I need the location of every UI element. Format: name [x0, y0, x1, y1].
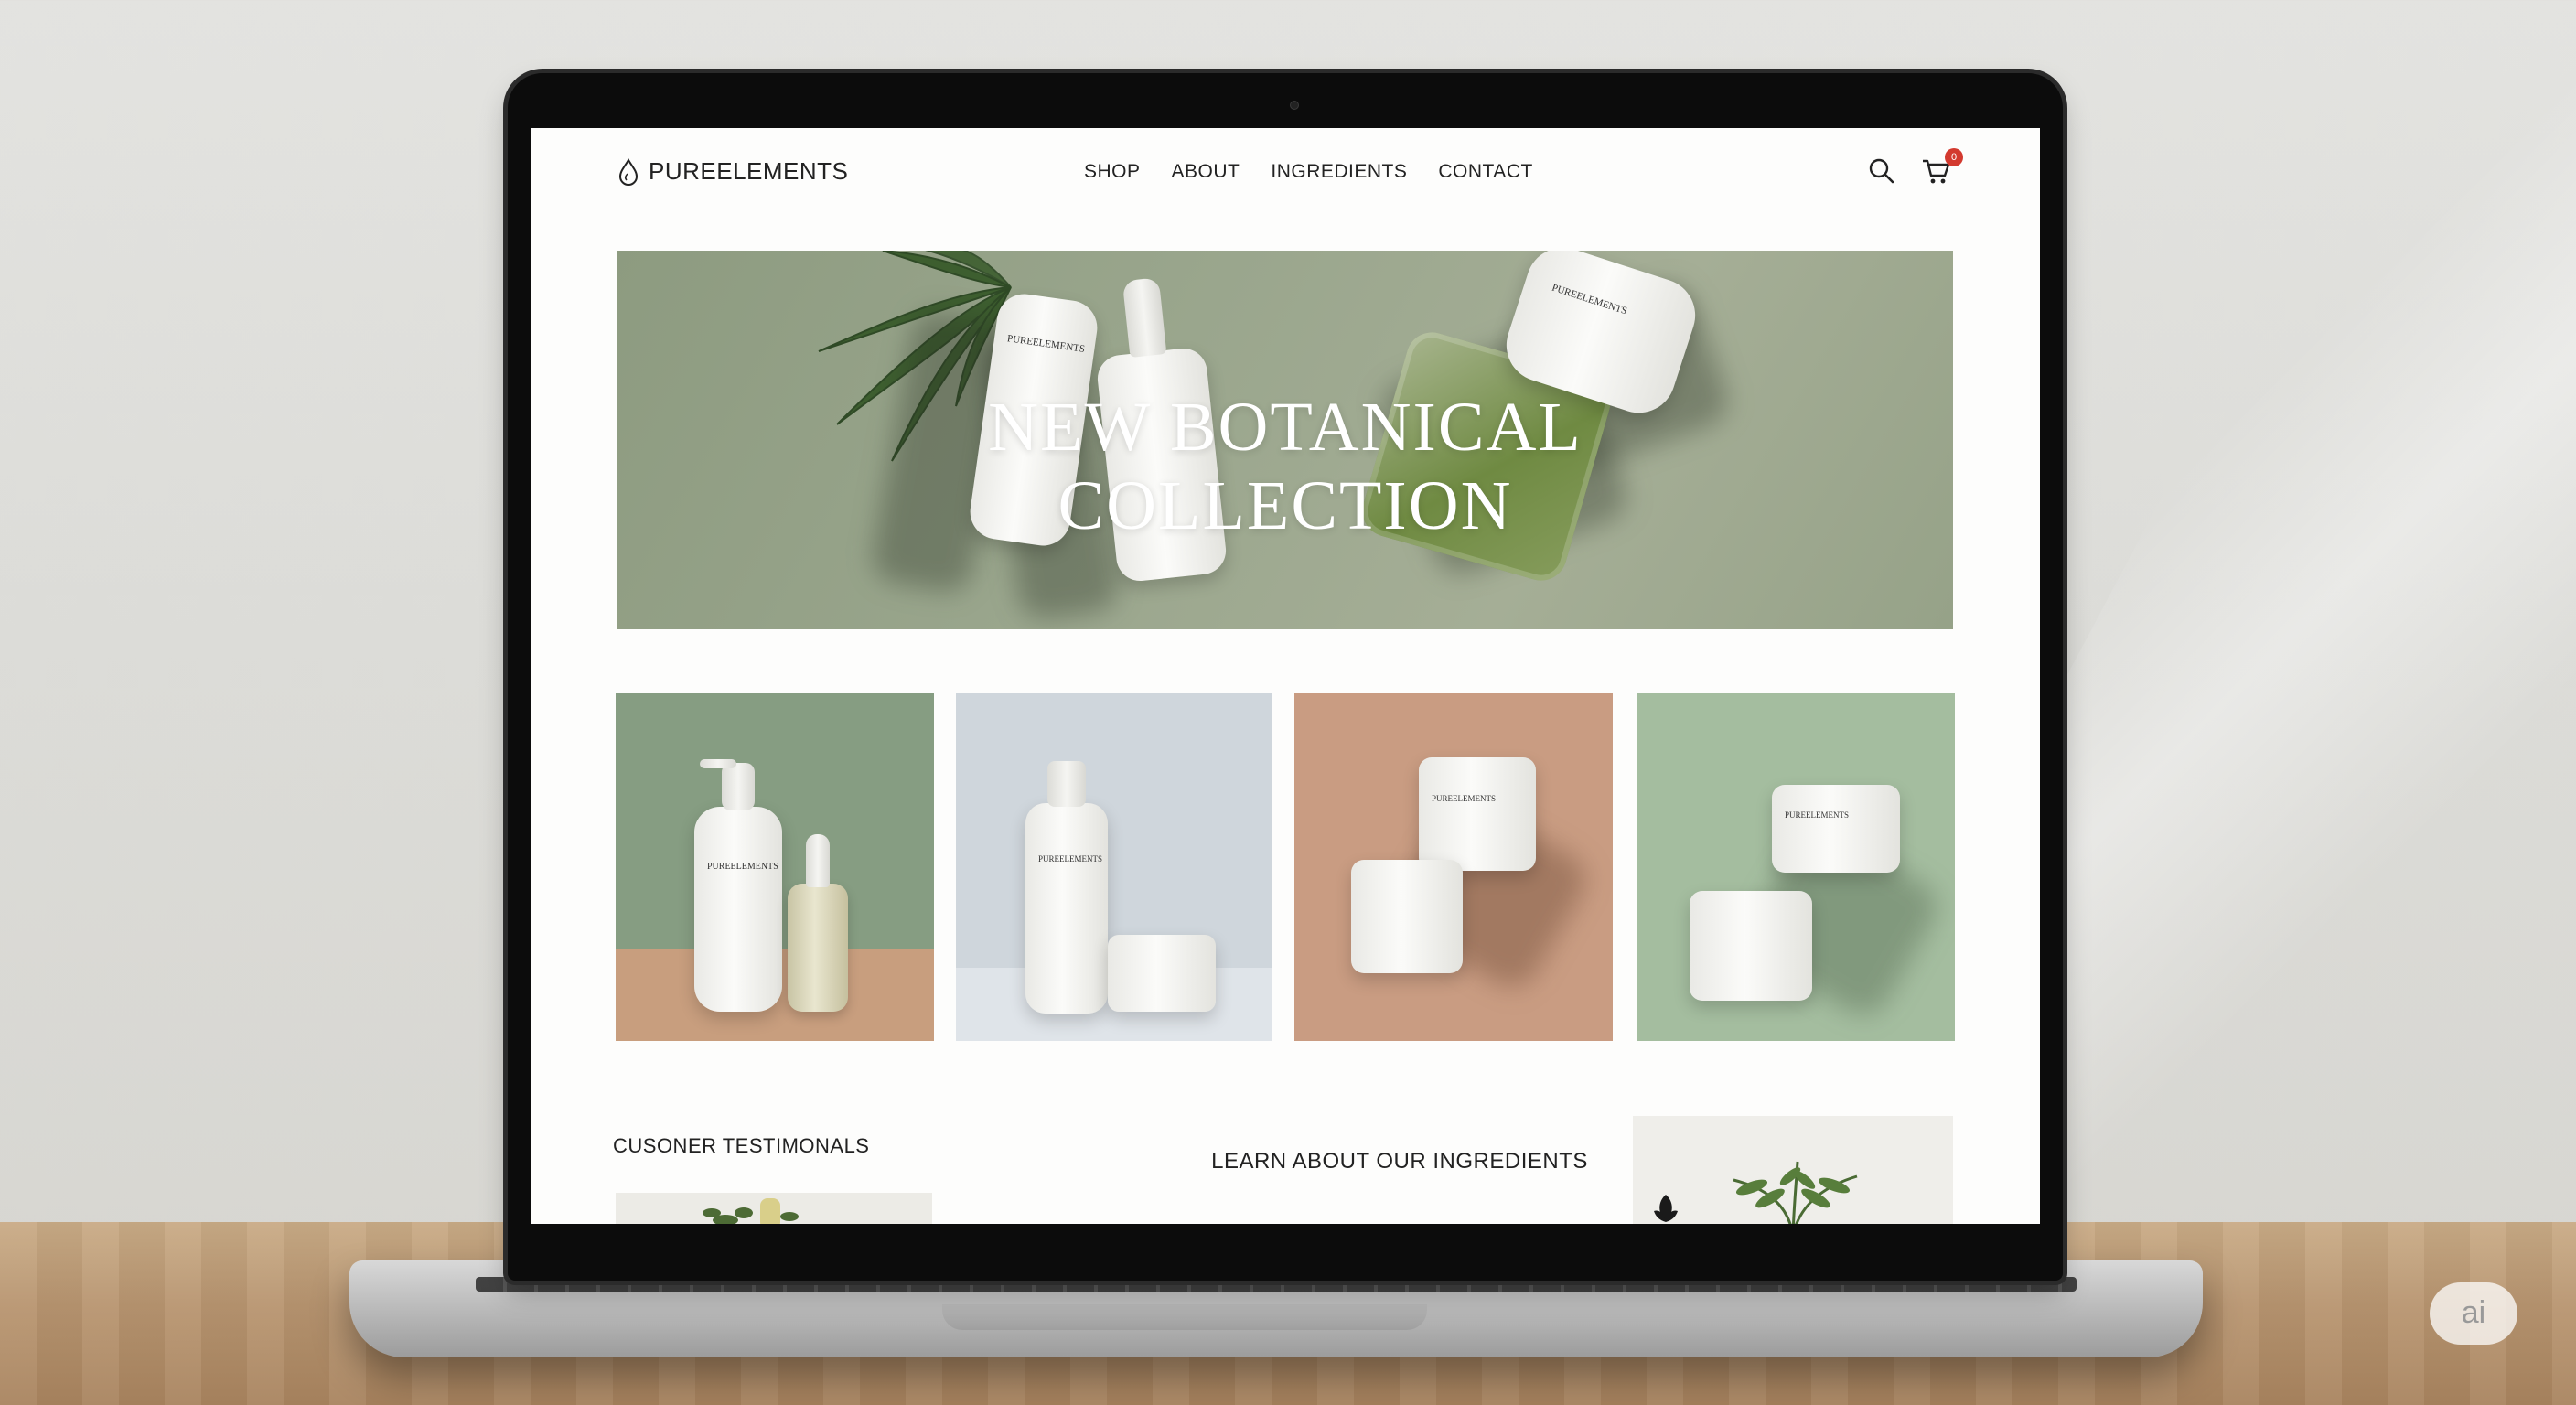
- jar-label: PUREELEMENTS: [1432, 794, 1497, 803]
- dropper-cap: [806, 834, 830, 887]
- cream-jar: PUREELEMENTS: [1419, 757, 1536, 871]
- leaf-icon: [1654, 1195, 1678, 1222]
- hero-title-line-1: NEW BOTANICAL: [988, 389, 1583, 466]
- bottle-label: PUREELEMENTS: [1038, 854, 1103, 863]
- open-cream-jar: [1351, 860, 1463, 973]
- dropper-bottle: [788, 834, 848, 1012]
- bottle-cap: [1047, 761, 1086, 807]
- hero-title-line-2: COLLECTION: [1057, 467, 1513, 544]
- hero-banner[interactable]: PUREELEMENTS PUREELEMENTS NEW BOTANICAL …: [617, 251, 1953, 629]
- bottle-label: PUREELEMENTS: [707, 862, 778, 872]
- pump-cap: [722, 763, 755, 810]
- product-tile[interactable]: PUREELEMENTS: [616, 693, 934, 1041]
- tall-bottle: PUREELEMENTS: [1025, 761, 1108, 1014]
- testimonials-heading: CUSONER TESTIMONALS: [613, 1134, 870, 1157]
- plant-illustration: [703, 1198, 799, 1224]
- webcam: [1290, 101, 1299, 110]
- product-tile[interactable]: PUREELEMENTS: [1637, 693, 1955, 1041]
- hero-title: NEW BOTANICAL COLLECTION: [617, 388, 1953, 545]
- site-header: PUREELEMENTS SHOP ABOUT INGREDIENTS CONT…: [531, 128, 2040, 216]
- laptop-trackpad-notch: [942, 1304, 1427, 1330]
- water-drop-icon: [618, 157, 639, 186]
- search-icon: [1869, 158, 1894, 184]
- cream-jar: PUREELEMENTS: [1772, 785, 1900, 873]
- dropper-cap: [1122, 277, 1167, 358]
- laptop-screen: PUREELEMENTS SHOP ABOUT INGREDIENTS CONT…: [531, 128, 2040, 1224]
- main-nav: SHOP ABOUT INGREDIENTS CONTACT: [1084, 161, 1533, 183]
- open-cream-jar: [1690, 891, 1812, 1001]
- ingredients-image: [1633, 1116, 1953, 1224]
- ingredients-heading[interactable]: LEARN ABOUT OUR INGREDIENTS: [1098, 1149, 1701, 1174]
- testimonials-image: [616, 1193, 932, 1224]
- bottle-label: PUREELEMENTS: [1006, 333, 1086, 355]
- product-grid: PUREELEMENTS PUREELEMENTS PUREELEMENTS P…: [616, 693, 1955, 1041]
- fern-illustration: [1733, 1161, 1858, 1224]
- product-tile[interactable]: PUREELEMENTS: [1294, 693, 1613, 1041]
- pump-nozzle: [700, 759, 736, 768]
- brand-logo[interactable]: PUREELEMENTS: [617, 157, 848, 186]
- pump-bottle: PUREELEMENTS: [694, 759, 782, 1012]
- header-tools: 0: [1866, 148, 1963, 187]
- search-button[interactable]: [1866, 156, 1897, 187]
- product-tile[interactable]: PUREELEMENTS: [956, 693, 1272, 1041]
- nav-about[interactable]: ABOUT: [1172, 161, 1240, 183]
- brand-name: PUREELEMENTS: [649, 157, 849, 185]
- ai-watermark: ai: [2430, 1282, 2517, 1345]
- jar-label: PUREELEMENTS: [1550, 282, 1629, 317]
- nav-ingredients[interactable]: INGREDIENTS: [1271, 161, 1407, 183]
- cart-badge: 0: [1945, 148, 1963, 166]
- cart-button[interactable]: 0: [1921, 148, 1963, 187]
- nav-shop[interactable]: SHOP: [1084, 161, 1141, 183]
- jar-label: PUREELEMENTS: [1785, 810, 1850, 820]
- cream-jar: [1108, 935, 1216, 1012]
- nav-contact[interactable]: CONTACT: [1438, 161, 1532, 183]
